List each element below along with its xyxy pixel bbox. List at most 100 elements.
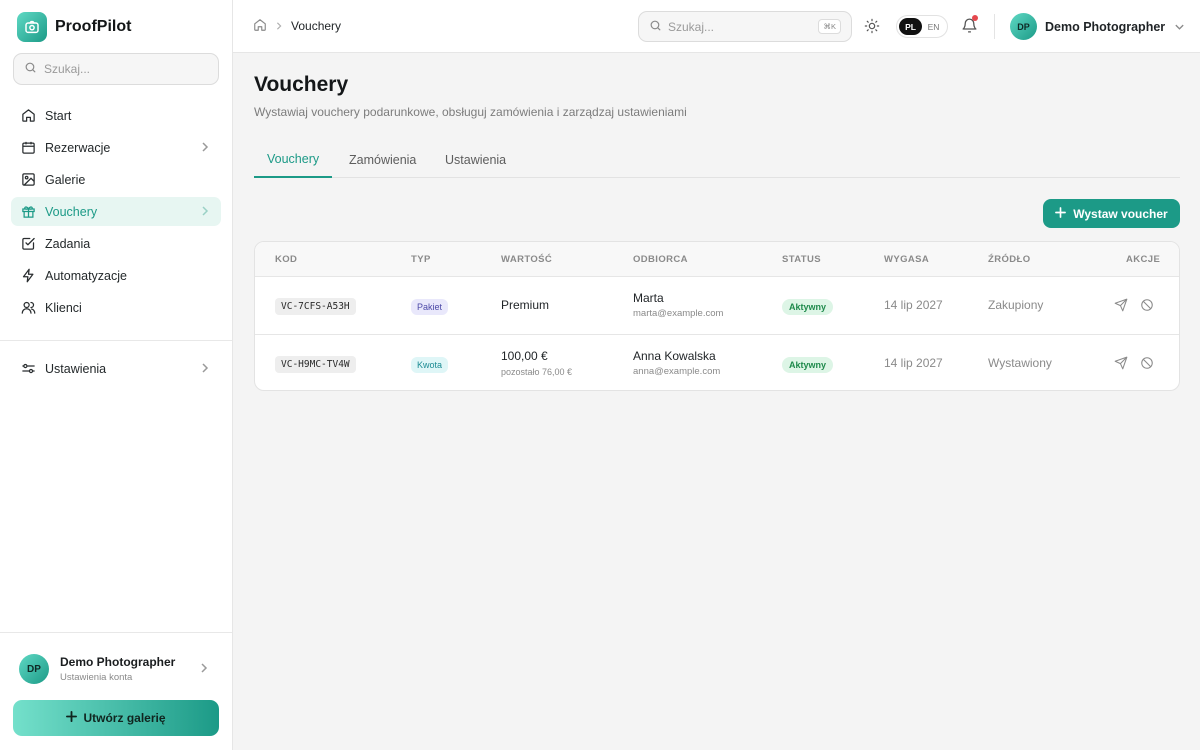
sidebar-item-klienci[interactable]: Klienci [11, 293, 221, 322]
sidebar-item-ustawienia[interactable]: Ustawienia [11, 354, 221, 383]
search-input[interactable] [668, 19, 808, 34]
search-icon [649, 19, 662, 35]
chevron-down-icon [1174, 19, 1185, 34]
camera-icon [17, 11, 47, 42]
expires-date: 14 lip 2027 [884, 298, 943, 312]
recipient-email: anna@example.com [633, 366, 721, 377]
chevron-right-icon [200, 205, 210, 220]
issue-voucher-button[interactable]: Wystaw voucher [1043, 199, 1180, 228]
column-header: WARTOŚĆ [501, 254, 553, 265]
sidebar-nav: Start Rezerwacje Galerie Vouchery Zadani… [11, 101, 221, 325]
source: Zakupiony [988, 298, 1044, 312]
create-gallery-button[interactable]: Utwórz galerię [13, 700, 219, 736]
recipient-email: marta@example.com [633, 308, 724, 319]
account-menu[interactable]: DP Demo Photographer Ustawienia konta [19, 653, 215, 685]
ban-icon[interactable] [1140, 356, 1154, 373]
sidebar-item-label: Zadania [45, 236, 91, 251]
sidebar-item-automatyzacje[interactable]: Automatyzacje [11, 261, 221, 290]
column-header: TYP [411, 254, 431, 265]
lang-en[interactable]: EN [922, 18, 945, 35]
main-content: Vouchery Wystawiaj vouchery podarunkowe,… [233, 53, 1200, 750]
sidebar-search[interactable] [13, 53, 219, 85]
sidebar-search-input[interactable] [44, 62, 204, 76]
user-name: Demo Photographer [60, 655, 176, 669]
sidebar-item-galerie[interactable]: Galerie [11, 165, 221, 194]
calendar-icon [20, 140, 36, 156]
divider [0, 632, 232, 633]
divider [994, 14, 995, 39]
vouchers-table: KOD TYP WARTOŚĆ ODBIORCA STATUS WYGASA Ź… [254, 241, 1180, 391]
chevron-right-icon [200, 362, 210, 377]
sidebar-item-label: Klienci [45, 300, 82, 315]
voucher-value: 100,00 € pozostało 76,00 € [501, 349, 572, 377]
chevron-right-icon [200, 141, 210, 156]
voucher-value: Premium [501, 298, 550, 312]
theme-toggle-sun-icon[interactable] [864, 18, 880, 37]
sliders-icon [20, 361, 36, 377]
voucher-code: VC-H9MC-TV4W [275, 356, 356, 373]
tab-ustawienia[interactable]: Ustawienia [432, 141, 519, 178]
checkbox-icon [20, 236, 36, 252]
column-header: WYGASA [884, 254, 930, 265]
user-menu[interactable]: DP Demo Photographer [1010, 12, 1185, 41]
breadcrumb-current: Vouchery [291, 19, 342, 33]
column-header: KOD [275, 254, 298, 265]
lang-pl[interactable]: PL [899, 18, 922, 35]
table-row[interactable]: VC-7CFS-A53H Pakiet Premium Marta marta@… [255, 277, 1179, 334]
app-name: ProofPilot [55, 17, 132, 35]
sidebar-item-label: Galerie [45, 172, 86, 187]
status-badge: Aktywny [782, 357, 834, 373]
sidebar: ProofPilot Start Rezerwacje Galerie Vouc… [0, 0, 233, 750]
sidebar-item-start[interactable]: Start [11, 101, 221, 130]
home-icon[interactable] [253, 18, 267, 35]
sidebar-item-label: Start [45, 108, 72, 123]
sidebar-item-label: Vouchery [45, 204, 98, 219]
source: Wystawiony [988, 356, 1052, 370]
expires-date: 14 lip 2027 [884, 356, 943, 370]
send-icon[interactable] [1114, 298, 1128, 315]
page-title: Vouchery [254, 73, 349, 96]
column-header: ŹRÓDŁO [988, 254, 1031, 265]
avatar: DP [1010, 13, 1037, 40]
sidebar-item-rezerwacje[interactable]: Rezerwacje [11, 133, 221, 162]
table-header: KOD TYP WARTOŚĆ ODBIORCA STATUS WYGASA Ź… [255, 242, 1179, 277]
ban-icon[interactable] [1140, 298, 1154, 315]
column-header: STATUS [782, 254, 821, 265]
page-subtitle: Wystawiaj vouchery podarunkowe, obsługuj… [254, 105, 687, 119]
status-badge: Aktywny [782, 299, 834, 315]
column-header: AKCJE [1126, 254, 1161, 265]
send-icon[interactable] [1114, 356, 1128, 373]
plus-icon [66, 711, 78, 725]
sidebar-item-label: Ustawienia [45, 361, 107, 376]
notification-dot [972, 15, 978, 21]
value-remaining: pozostało 76,00 € [501, 367, 573, 377]
voucher-code: VC-7CFS-A53H [275, 298, 356, 315]
recipient-name: Marta [633, 291, 664, 305]
plus-icon [1055, 206, 1067, 221]
value-amount: 100,00 € [501, 349, 548, 363]
type-badge: Kwota [411, 357, 449, 373]
home-icon [20, 108, 36, 124]
table-row[interactable]: VC-H9MC-TV4W Kwota 100,00 € pozostało 76… [255, 334, 1179, 390]
language-switch[interactable]: PL EN [896, 15, 948, 38]
users-icon [20, 300, 36, 316]
recipient-name: Anna Kowalska [633, 349, 716, 363]
tabs: Vouchery Zamówienia Ustawienia [254, 141, 1180, 178]
tab-vouchery[interactable]: Vouchery [254, 141, 333, 178]
shortcut-hint: ⌘K [818, 19, 841, 34]
brand[interactable]: ProofPilot [17, 11, 131, 42]
recipient: Anna Kowalska anna@example.com [633, 349, 720, 377]
zap-icon [20, 268, 36, 284]
topbar: Vouchery ⌘K PL EN DP Demo Photographer [233, 0, 1200, 53]
tab-zamowienia[interactable]: Zamówienia [336, 141, 429, 178]
recipient: Marta marta@example.com [633, 291, 723, 319]
gift-icon [20, 204, 36, 220]
user-name: Demo Photographer [1045, 19, 1166, 34]
breadcrumb: Vouchery [253, 18, 341, 34]
issue-voucher-label: Wystaw voucher [1073, 206, 1168, 221]
sidebar-item-zadania[interactable]: Zadania [11, 229, 221, 258]
top-search[interactable]: ⌘K [638, 11, 852, 42]
avatar: DP [19, 654, 49, 684]
search-icon [24, 61, 37, 77]
sidebar-item-vouchery[interactable]: Vouchery [11, 197, 221, 226]
